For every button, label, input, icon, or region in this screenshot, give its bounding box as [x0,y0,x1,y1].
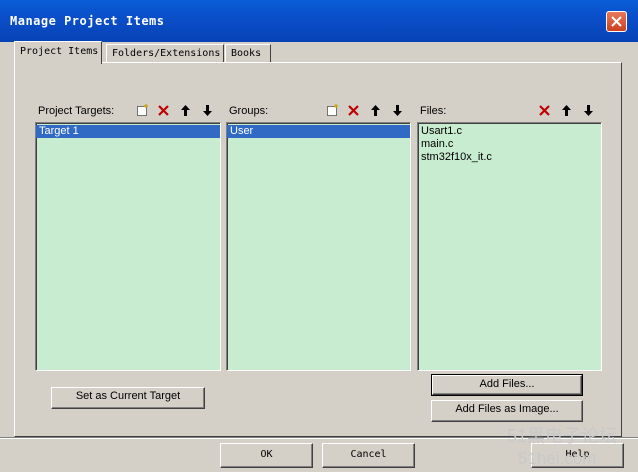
new-item-icon [327,104,338,116]
groups-move-down-button[interactable] [388,102,407,120]
arrow-down-icon [584,105,593,116]
list-item[interactable]: Usart1.c [418,125,601,138]
ok-button[interactable]: OK [220,443,313,468]
list-item[interactable]: stm32f10x_it.c [418,151,601,164]
delete-icon [539,105,550,116]
delete-icon [348,105,359,116]
targets-move-up-button[interactable] [176,102,195,120]
add-files-image-label: Add Files as Image... [455,403,559,415]
targets-list[interactable]: Target 1 [35,122,221,371]
files-delete-button[interactable] [535,102,554,120]
files-list[interactable]: Usart1.c main.c stm32f10x_it.c [417,122,602,371]
cancel-button[interactable]: Cancel [322,443,415,468]
tab-project-items[interactable]: Project Items [14,41,102,64]
groups-move-up-button[interactable] [366,102,385,120]
tab-folders-extensions[interactable]: Folders/Extensions [106,44,224,62]
targets-move-down-button[interactable] [198,102,217,120]
title-bar[interactable]: Manage Project Items [0,0,638,42]
arrow-up-icon [371,105,380,116]
watermark-url: 51hei.com [518,449,597,468]
files-title: Files: [420,105,447,117]
delete-icon [158,105,169,116]
window-title: Manage Project Items [10,14,165,28]
files-move-up-button[interactable] [557,102,576,120]
list-item[interactable]: main.c [418,138,601,151]
arrow-down-icon [203,105,212,116]
new-item-icon [137,104,148,116]
targets-new-button[interactable] [133,102,152,120]
files-header: Files: [418,101,602,121]
groups-new-button[interactable] [323,102,342,120]
arrow-up-icon [562,105,571,116]
set-current-target-label: Set as Current Target [75,390,181,402]
watermark-text: 51黑电子论坛 [507,426,618,446]
groups-header: Groups: [227,101,410,121]
groups-delete-button[interactable] [344,102,363,120]
list-item[interactable]: Target 1 [36,125,220,138]
targets-delete-button[interactable] [154,102,173,120]
list-item[interactable]: User [227,125,410,138]
targets-title: Project Targets: [38,105,115,117]
set-current-target-button[interactable]: Set as Current Target [51,387,205,409]
groups-title: Groups: [229,105,269,117]
tab-books[interactable]: Books [225,44,271,62]
arrow-up-icon [181,105,190,116]
add-files-label: Add Files... [479,378,535,390]
files-move-down-button[interactable] [579,102,598,120]
add-files-button[interactable]: Add Files... [431,374,583,396]
groups-list[interactable]: User [226,122,411,371]
close-icon [611,16,622,27]
close-button[interactable] [606,11,627,32]
targets-header: Project Targets: [36,101,220,121]
add-files-image-button[interactable]: Add Files as Image... [431,400,583,422]
arrow-down-icon [393,105,402,116]
cancel-label: Cancel [350,449,387,460]
ok-label: OK [260,449,273,460]
